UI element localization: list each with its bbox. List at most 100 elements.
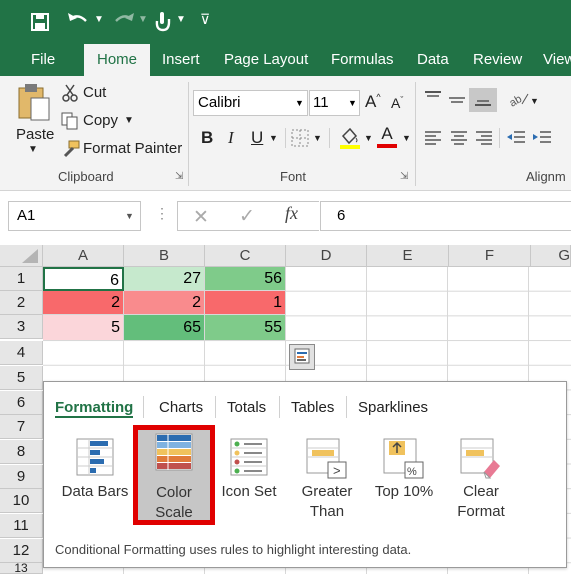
row-header[interactable]: 3 [0,315,43,339]
column-header-e[interactable]: E [367,245,449,267]
tab-data[interactable]: Data [417,44,449,76]
tab-insert[interactable]: Insert [162,44,200,76]
row-header[interactable]: 1 [0,267,43,291]
row-header[interactable]: 5 [0,366,43,390]
tab-charts[interactable]: Charts [159,399,203,416]
borders-dropdown-icon[interactable]: ▼ [313,133,322,143]
borders-icon[interactable] [291,129,309,152]
row-header[interactable]: 13 [0,563,43,574]
select-all-corner[interactable] [0,245,43,267]
cell-a1[interactable]: 6 [43,267,124,291]
redo-dropdown-icon[interactable]: ▼ [138,14,148,25]
font-launcher-icon[interactable]: ⇲ [400,171,408,182]
cell-c2[interactable]: 1 [205,291,286,315]
quick-analysis-button[interactable] [289,344,315,370]
save-icon[interactable] [30,12,50,35]
fill-color-icon[interactable] [338,126,362,155]
name-box[interactable]: A1 ▼ [8,201,141,231]
column-header-c[interactable]: C [205,245,286,267]
clear-format-option[interactable]: Clear Format [446,432,516,522]
paste-button[interactable]: Paste [16,126,54,143]
cell-b3[interactable]: 65 [124,315,205,341]
column-header-g[interactable]: G [531,245,571,267]
cut-icon[interactable] [61,84,79,107]
cut-button[interactable]: Cut [83,84,106,101]
format-painter-button[interactable]: Format Painter [83,140,182,157]
row-header[interactable]: 2 [0,291,43,315]
underline-button[interactable]: U [251,128,263,148]
cell-b2[interactable]: 2 [124,291,205,315]
tab-formulas[interactable]: Formulas [331,44,394,76]
bold-button[interactable]: B [201,128,213,148]
tab-totals[interactable]: Totals [227,399,266,416]
orientation-dropdown-icon[interactable]: ▼ [530,96,539,106]
font-color-dropdown-icon[interactable]: ▼ [402,133,411,143]
copy-button[interactable]: Copy [83,112,118,129]
cell-b1[interactable]: 27 [124,267,205,291]
cell-c3[interactable]: 55 [205,315,286,341]
tab-formatting[interactable]: Formatting [55,399,134,418]
paste-dropdown-icon[interactable]: ▼ [28,144,38,155]
tab-sparklines[interactable]: Sparklines [358,399,428,416]
touch-dropdown-icon[interactable]: ▼ [176,14,186,25]
tab-home[interactable]: Home [84,44,150,76]
row-header[interactable]: 10 [0,489,43,513]
confirm-entry-icon[interactable]: ✓ [239,205,255,228]
tab-review[interactable]: Review [473,44,522,76]
fill-color-dropdown-icon[interactable]: ▼ [364,133,373,143]
more-options-icon[interactable]: ⋮ [155,205,169,222]
grow-font-button[interactable]: A^ [365,92,381,112]
data-bars-option[interactable]: Data Bars [60,432,130,522]
tab-view[interactable]: View [543,44,571,76]
font-color-icon[interactable]: A [376,124,398,148]
cancel-entry-icon[interactable]: ✕ [193,206,209,229]
row-header[interactable]: 6 [0,391,43,415]
undo-icon[interactable] [66,11,90,34]
color-scale-option[interactable]: Color Scale [133,425,215,525]
row-header[interactable]: 9 [0,465,43,489]
tab-page-layout[interactable]: Page Layout [224,44,308,76]
row-header[interactable]: 8 [0,440,43,464]
increase-indent-icon[interactable] [532,129,552,152]
clipboard-launcher-icon[interactable]: ⇲ [175,171,183,182]
tab-file[interactable]: File [31,44,55,76]
font-name-select[interactable]: Calibri ▼ [193,90,308,116]
cell-a3[interactable]: 5 [43,315,124,341]
align-center-icon[interactable] [450,129,468,152]
insert-function-button[interactable]: fx [285,203,298,224]
cell-c1[interactable]: 56 [205,267,286,291]
row-header[interactable]: 12 [0,539,43,563]
cell-a2[interactable]: 2 [43,291,124,315]
row-header[interactable]: 7 [0,415,43,439]
top-align-icon[interactable] [424,90,442,111]
bottom-align-button[interactable] [469,88,497,112]
customize-qat-icon[interactable]: ⊽ [200,11,210,28]
font-size-select[interactable]: 11 ▼ [309,90,360,116]
shrink-font-button[interactable]: Aˇ [391,95,403,111]
row-header[interactable]: 4 [0,341,43,365]
underline-dropdown-icon[interactable]: ▼ [269,133,278,143]
decrease-indent-icon[interactable] [506,129,526,152]
column-header-a[interactable]: A [43,245,124,267]
touch-mode-icon[interactable] [154,10,172,35]
copy-dropdown-icon[interactable]: ▼ [124,115,134,126]
italic-button[interactable]: I [228,128,234,148]
tab-tables[interactable]: Tables [291,399,334,416]
orientation-icon[interactable]: ab [507,90,530,113]
formula-input[interactable]: 6 [320,201,571,231]
align-right-icon[interactable] [475,129,493,152]
top-10-option[interactable]: % Top 10% [369,432,439,522]
copy-icon[interactable] [61,112,79,135]
format-painter-icon[interactable] [61,139,81,164]
column-header-f[interactable]: F [449,245,531,267]
paste-icon[interactable] [17,82,51,127]
greater-than-option[interactable]: > Greater Than [292,432,362,522]
icon-set-option[interactable]: Icon Set [214,432,284,522]
align-left-icon[interactable] [424,129,442,152]
undo-dropdown-icon[interactable]: ▼ [94,14,104,25]
column-header-d[interactable]: D [286,245,367,267]
middle-align-icon[interactable] [448,92,466,113]
redo-icon[interactable] [112,11,136,34]
row-header[interactable]: 11 [0,514,43,538]
column-header-b[interactable]: B [124,245,205,267]
